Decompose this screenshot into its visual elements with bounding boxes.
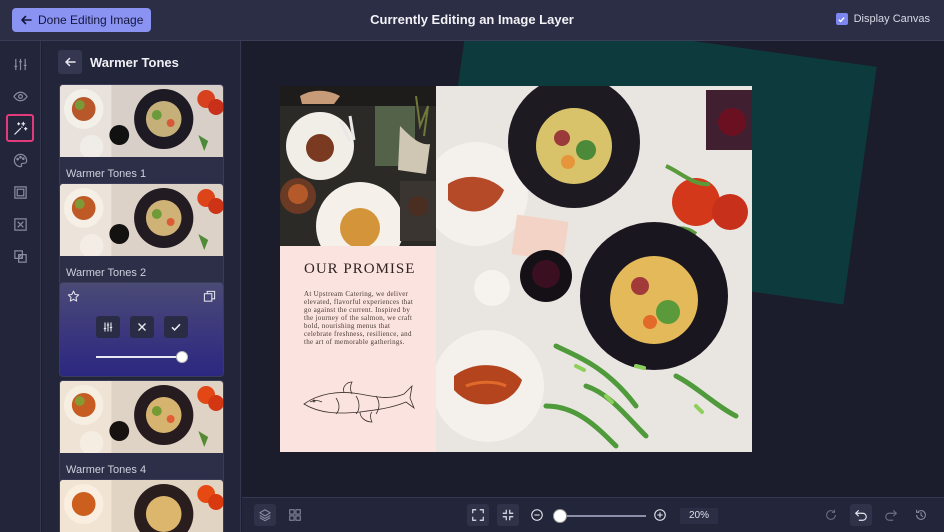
display-canvas-toggle[interactable]: Display Canvas	[835, 13, 930, 25]
dining-photo	[280, 86, 436, 246]
arrow-left-icon	[65, 57, 76, 67]
design-canvas[interactable]: OUR PROMISE At Upstream Catering, we del…	[280, 86, 752, 452]
preset-thumbnail	[60, 85, 223, 159]
refresh-icon	[826, 509, 836, 520]
preset-apply-button[interactable]	[164, 316, 188, 338]
layers-icon	[259, 509, 271, 522]
layers-button[interactable]	[254, 504, 276, 526]
minus-circle-icon	[531, 509, 543, 521]
preset-thumbnail	[60, 480, 223, 532]
done-editing-button[interactable]: Done Editing Image	[12, 8, 152, 32]
panel-back-button[interactable]	[58, 50, 82, 74]
history-icon	[916, 509, 926, 520]
collapse-icon	[502, 509, 514, 521]
tool-rail	[0, 41, 41, 532]
canvas-workspace: OUR PROMISE At Upstream Catering, we del…	[242, 41, 944, 497]
rail-crop[interactable]	[6, 210, 34, 238]
salmon-illustration	[303, 381, 415, 423]
checkmark-icon	[171, 323, 181, 331]
zoom-slider-track[interactable]	[558, 515, 646, 517]
top-bar: Done Editing Image Currently Editing an …	[0, 0, 944, 41]
preset-warmer-tones-2[interactable]: Warmer Tones 2	[59, 183, 224, 286]
redo-icon	[885, 510, 898, 521]
zoom-out-button[interactable]	[526, 504, 548, 526]
food-photo	[436, 86, 752, 452]
adjustments-icon	[103, 322, 113, 332]
close-icon	[138, 323, 146, 331]
rail-effects[interactable]	[6, 114, 34, 142]
fit-screen-button[interactable]	[467, 504, 489, 526]
undo-button[interactable]	[850, 504, 872, 526]
preset-warmer-tones-5[interactable]	[59, 479, 224, 532]
magic-effects-icon	[13, 121, 27, 135]
rail-frame[interactable]	[6, 178, 34, 206]
plus-circle-icon	[654, 509, 666, 521]
zoom-in-button[interactable]	[649, 504, 671, 526]
layers-copy-icon	[13, 249, 27, 263]
display-canvas-label: Display Canvas	[853, 13, 930, 25]
bottom-toolbar: 20%	[242, 497, 944, 532]
grid-icon	[289, 509, 301, 521]
intensity-slider-track[interactable]	[96, 356, 182, 358]
effects-panel: Warmer Tones Warmer Tones 1 Warmer Tones…	[42, 41, 241, 532]
duplicate-icon[interactable]	[203, 290, 216, 303]
panel-title: Warmer Tones	[90, 54, 179, 70]
promise-body-text: At Upstream Catering, we deliver elevate…	[304, 290, 414, 346]
preset-cancel-button[interactable]	[130, 316, 154, 338]
adjustments-icon	[13, 58, 27, 70]
preset-warmer-tones-1[interactable]: Warmer Tones 1	[59, 84, 224, 187]
panel-header: Warmer Tones	[58, 50, 179, 74]
redo-button[interactable]	[880, 504, 902, 526]
palette-icon	[13, 153, 27, 167]
arrow-left-icon	[21, 15, 32, 25]
grid-button[interactable]	[284, 504, 306, 526]
shrink-button[interactable]	[497, 504, 519, 526]
preset-thumbnail	[60, 184, 223, 258]
preset-action-buttons	[96, 316, 188, 338]
rail-palette[interactable]	[6, 146, 34, 174]
expand-icon	[472, 509, 484, 521]
preset-adjust-button[interactable]	[96, 316, 120, 338]
display-canvas-checkbox[interactable]	[835, 13, 848, 25]
done-editing-label: Done Editing Image	[38, 13, 144, 27]
history-button[interactable]	[910, 504, 932, 526]
frame-icon	[13, 185, 27, 199]
zoom-slider-handle[interactable]	[553, 509, 567, 523]
promise-heading: OUR PROMISE	[304, 261, 416, 277]
rail-layers[interactable]	[6, 242, 34, 270]
zoom-value[interactable]: 20%	[680, 508, 718, 524]
star-icon[interactable]	[67, 290, 80, 303]
intensity-slider-handle[interactable]	[176, 351, 188, 363]
preset-warmer-tones-4[interactable]: Warmer Tones 4	[59, 380, 224, 483]
preset-thumbnail	[60, 381, 223, 455]
crop-icon	[13, 217, 27, 231]
preset-active-editor	[59, 282, 224, 377]
rail-adjustments[interactable]	[6, 50, 34, 78]
reset-button[interactable]	[820, 504, 842, 526]
visibility-icon	[12, 91, 28, 101]
rail-visibility[interactable]	[6, 82, 34, 110]
undo-icon	[854, 510, 867, 521]
checkmark-icon	[838, 16, 845, 22]
